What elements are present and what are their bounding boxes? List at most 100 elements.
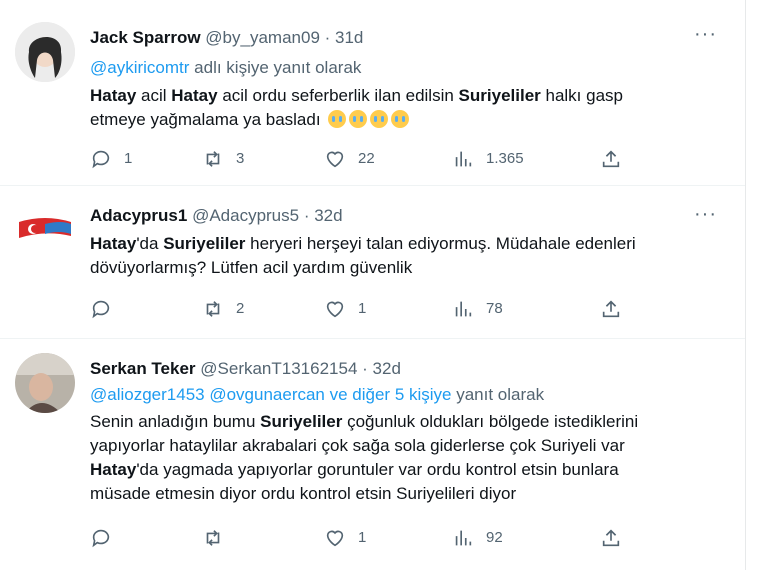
- timestamp[interactable]: · 31d: [325, 28, 364, 47]
- views-button[interactable]: 78: [452, 298, 503, 320]
- retweet-button[interactable]: 2: [202, 298, 244, 320]
- views-count: 1.365: [486, 150, 524, 167]
- avatar[interactable]: [15, 22, 75, 82]
- tweet-text-line: Hatay acil Hatay acil ordu seferberlik i…: [90, 84, 623, 108]
- retweet-count: 2: [236, 300, 245, 317]
- like-button[interactable]: 22: [324, 148, 375, 170]
- text-segment: Hatay: [90, 460, 137, 479]
- reply-button[interactable]: [90, 527, 124, 549]
- text-segment: heryeri herşeyi talan ediyormuş. Müdahal…: [245, 234, 636, 253]
- share-button[interactable]: [600, 148, 622, 170]
- views-icon: [455, 151, 472, 167]
- author-name[interactable]: Adacyprus1: [90, 206, 187, 225]
- tweet-actions: 1 3 22 1.365: [90, 148, 650, 172]
- views-count: 92: [486, 529, 503, 546]
- text-segment: Hatay: [90, 86, 137, 105]
- text-segment: Hatay: [90, 234, 137, 253]
- tweet-text-line: Senin anladığın bumu Suriyeliler çoğunlu…: [90, 410, 638, 434]
- share-icon: [602, 300, 620, 318]
- share-button[interactable]: [600, 298, 622, 320]
- reply-icon: [92, 529, 110, 548]
- tweet-header: Serkan Teker @SerkanT13162154 · 32d: [90, 357, 401, 381]
- text-segment: etmeye yağmalama ya basladı: [90, 110, 321, 129]
- share-icon: [602, 529, 620, 547]
- author-name[interactable]: Serkan Teker: [90, 359, 196, 378]
- mention-link[interactable]: @aykiricomtr: [90, 58, 189, 77]
- reply-button[interactable]: [90, 298, 124, 320]
- crying-face-emoji-icon: [391, 110, 410, 128]
- text-segment: çoğunluk oldukları bölgede istediklerini: [342, 412, 639, 431]
- tweet-text: Senin anladığın bumu Suriyeliler çoğunlu…: [90, 410, 638, 506]
- text-segment: 'da yagmada yapıyorlar goruntuler var or…: [136, 460, 619, 479]
- column-divider: [745, 0, 746, 570]
- tweet-text: Hatay acil Hatay acil ordu seferberlik i…: [90, 84, 623, 132]
- retweet-icon: [206, 530, 220, 546]
- mention-link[interactable]: @aliozger1453 @ovgunaercan ve diğer 5 ki…: [90, 385, 452, 404]
- tweet-text-line: müsade etmesin diyor ordu kontrol etsin …: [90, 484, 517, 503]
- like-count: 1: [358, 529, 367, 546]
- tweet-text-line: Hatay'da yagmada yapıyorlar goruntuler v…: [90, 458, 638, 482]
- text-segment: halkı gasp: [540, 86, 623, 105]
- author-handle[interactable]: @Adacyprus5: [192, 206, 299, 225]
- retweet-button[interactable]: [202, 527, 236, 549]
- reply-icon: [92, 300, 110, 319]
- reply-suffix: yanıt olarak: [451, 385, 545, 404]
- text-segment: Suriyeliler: [163, 234, 246, 253]
- tweet-text-line: Hatay'da Suriyeliler heryeri herşeyi tal…: [90, 232, 636, 256]
- timestamp[interactable]: · 32d: [304, 206, 343, 225]
- text-segment: Suriyeliler: [260, 412, 343, 431]
- timestamp[interactable]: · 32d: [362, 359, 401, 378]
- more-options-button[interactable]: ···: [694, 204, 717, 224]
- tweet-text-line: yapıyorlar hataylilar akrabalari çok sağ…: [90, 436, 625, 455]
- avatar[interactable]: [15, 353, 75, 413]
- share-icon: [602, 150, 620, 168]
- crying-face-emoji-icon: [349, 110, 368, 128]
- views-count: 78: [486, 300, 503, 317]
- retweet-icon: [206, 151, 220, 167]
- crying-face-emoji-icon: [370, 110, 389, 128]
- reply-suffix: adlı kişiye yanıt olarak: [189, 58, 362, 77]
- author-handle[interactable]: @by_yaman09: [205, 28, 320, 47]
- like-button[interactable]: 1: [324, 298, 366, 320]
- retweet-count: 3: [236, 150, 245, 167]
- views-button[interactable]: 1.365: [452, 148, 524, 170]
- text-segment: acil ordu seferberlik ilan edilsin: [217, 86, 459, 105]
- heart-icon: [326, 151, 344, 168]
- tweet-header: Jack Sparrow @by_yaman09 · 31d: [90, 26, 363, 50]
- author-name[interactable]: Jack Sparrow: [90, 28, 201, 47]
- retweet-icon: [206, 301, 220, 317]
- text-segment: Suriyeliler: [458, 86, 541, 105]
- tweet-1[interactable]: Jack Sparrow @by_yaman09 · 31d ··· @ayki…: [0, 10, 745, 186]
- share-button[interactable]: [600, 527, 622, 549]
- views-icon: [455, 530, 472, 546]
- heart-icon: [326, 301, 344, 318]
- like-count: 1: [358, 300, 367, 317]
- like-button[interactable]: 1: [324, 527, 366, 549]
- text-segment: 'da: [136, 234, 164, 253]
- reply-context: @aykiricomtr adlı kişiye yanıt olarak: [90, 56, 361, 80]
- tweet-text-line: dövüyorlarmış? Lütfen acil yardım güvenl…: [90, 258, 413, 277]
- heart-icon: [326, 530, 344, 547]
- crying-face-emoji-icon: [328, 110, 347, 128]
- tweet-text: Hatay'da Suriyeliler heryeri herşeyi tal…: [90, 232, 636, 280]
- reply-context: @aliozger1453 @ovgunaercan ve diğer 5 ki…: [90, 383, 544, 407]
- reply-button[interactable]: 1: [90, 148, 132, 170]
- tweet-actions: 2 1 78: [90, 298, 650, 322]
- reply-icon: [92, 150, 110, 169]
- text-segment: Senin anladığın bumu: [90, 412, 261, 431]
- avatar[interactable]: [15, 200, 75, 260]
- like-count: 22: [358, 150, 375, 167]
- tweet-actions: 1 92: [90, 527, 650, 551]
- reply-count: 1: [124, 150, 133, 167]
- tweet-3[interactable]: Serkan Teker @SerkanT13162154 · 32d @ali…: [0, 339, 745, 570]
- text-segment: Hatay: [171, 86, 218, 105]
- tweet-2[interactable]: Adacyprus1 @Adacyprus5 · 32d ··· Hatay'd…: [0, 186, 745, 339]
- views-button[interactable]: 92: [452, 527, 503, 549]
- author-handle[interactable]: @SerkanT13162154: [200, 359, 357, 378]
- retweet-button[interactable]: 3: [202, 148, 244, 170]
- views-icon: [455, 301, 472, 317]
- tweet-header: Adacyprus1 @Adacyprus5 · 32d: [90, 204, 343, 228]
- text-segment: acil: [136, 86, 172, 105]
- more-options-button[interactable]: ···: [694, 24, 717, 44]
- tweet-text-line: etmeye yağmalama ya basladı: [90, 108, 623, 132]
